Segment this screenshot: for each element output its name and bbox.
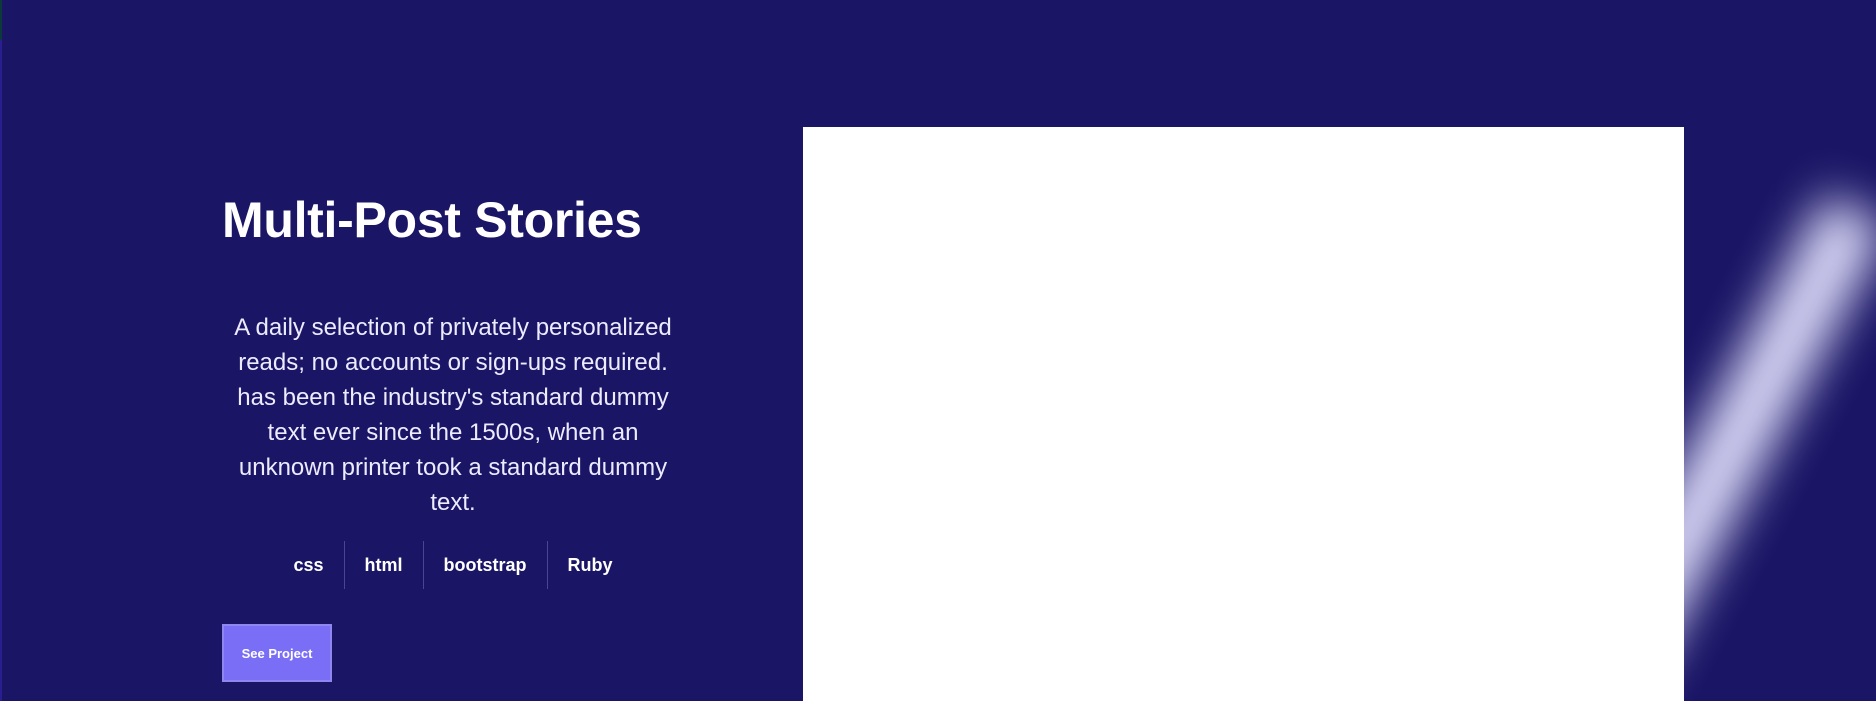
project-title: Multi-Post Stories bbox=[222, 192, 642, 248]
corner-mark bbox=[0, 0, 2, 40]
see-project-button[interactable]: See Project bbox=[222, 624, 332, 682]
project-preview-image bbox=[803, 127, 1684, 701]
project-description: A daily selection of privately personali… bbox=[234, 314, 672, 516]
tech-tag: html bbox=[345, 541, 424, 589]
left-edge-bar bbox=[0, 40, 2, 701]
project-info: Multi-Post Stories A daily selection of … bbox=[222, 190, 684, 682]
tech-tag-list: css html bootstrap Ruby bbox=[222, 541, 684, 589]
tech-tag: Ruby bbox=[567, 555, 613, 575]
tech-tag: css bbox=[273, 541, 345, 589]
tech-tag: bootstrap bbox=[424, 541, 548, 589]
